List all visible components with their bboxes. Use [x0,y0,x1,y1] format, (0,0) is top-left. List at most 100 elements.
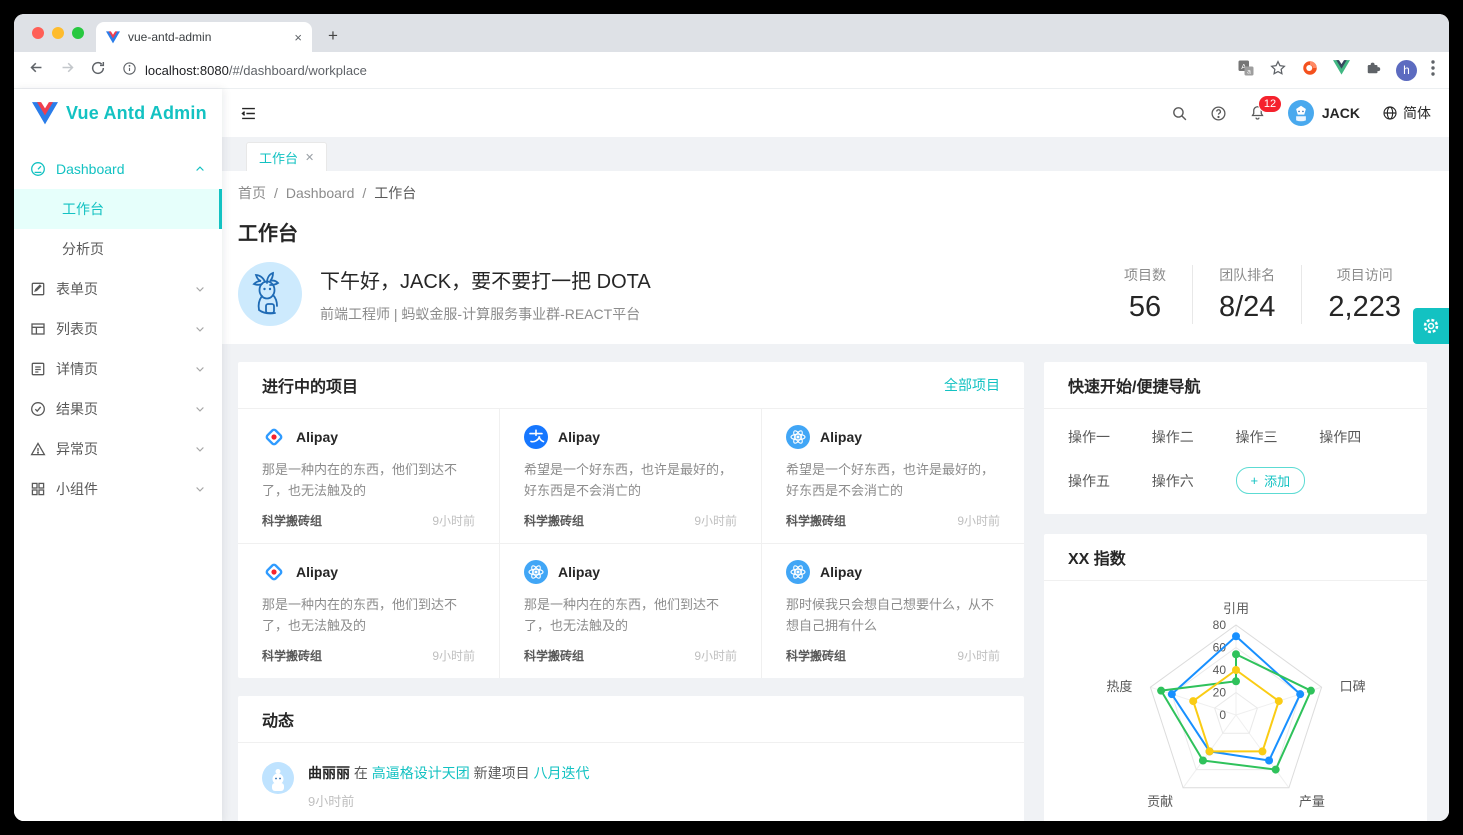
project-group-link[interactable]: 科学搬砖组 [262,647,322,664]
quick-nav-link[interactable]: 操作四 [1319,427,1403,447]
sidebar-item-异常页[interactable]: 异常页 [14,429,222,469]
quick-nav-link[interactable]: 操作三 [1236,427,1320,447]
url-path: /#/dashboard/workplace [229,63,367,78]
menu-fold-icon[interactable] [240,105,257,122]
sidebar-item-工作台[interactable]: 工作台 [14,189,222,229]
new-tab-button[interactable]: + [320,23,346,49]
translate-icon[interactable]: Aa [1237,59,1255,82]
project-card[interactable]: Alipay希望是一个好东西，也许是最好的，好东西是不会消亡的科学搬砖组9小时前 [500,409,762,544]
breadcrumb-home[interactable]: 首页 [238,183,266,203]
page-tab-workplace[interactable]: 工作台 ✕ [246,142,327,171]
chevron-down-icon [194,403,206,415]
svg-text:20: 20 [1213,686,1227,700]
sidebar-item-详情页[interactable]: 详情页 [14,349,222,389]
sidebar-item-表单页[interactable]: 表单页 [14,269,222,309]
back-icon[interactable] [28,59,45,81]
url-field[interactable]: localhost:8080/#/dashboard/workplace [122,61,1223,79]
activity-link[interactable]: 八月迭代 [534,765,590,781]
table-icon [30,321,46,337]
extensions-puzzle-icon[interactable] [1364,59,1382,82]
project-group-link[interactable]: 科学搬砖组 [524,647,584,664]
radar-card: XX 指数 020406080引用口碑产量贡献热度 abc [1044,534,1427,821]
sidebar-item-label: 表单页 [56,279,98,299]
project-description: 希望是一个好东西，也许是最好的，好东西是不会消亡的 [524,459,737,502]
project-description: 希望是一个好东西，也许是最好的，好东西是不会消亡的 [786,459,1000,502]
form-icon [30,281,46,297]
project-name[interactable]: Alipay [820,564,862,580]
extension-vue-icon[interactable] [1333,60,1350,80]
sidebar-item-列表页[interactable]: 列表页 [14,309,222,349]
quick-nav-link[interactable]: 操作一 [1068,427,1152,447]
minimize-window-button[interactable] [52,27,64,39]
greeting-subtitle: 前端工程师 | 蚂蚁金服-计算服务事业群-REACT平台 [320,304,651,324]
add-nav-button[interactable]: +添加 [1236,467,1306,494]
project-updated-time: 9小时前 [432,647,475,664]
stat-item: 项目数56 [1098,265,1192,324]
project-description: 那是一种内在的东西，他们到达不了，也无法触及的 [524,594,737,637]
widget-icon [30,481,46,497]
project-card[interactable]: Alipay那时候我只会想自己想要什么，从不想自己拥有什么科学搬砖组9小时前 [762,544,1024,678]
project-card[interactable]: Alipay那是一种内在的东西，他们到达不了，也无法触及的科学搬砖组9小时前 [500,544,762,678]
info-icon[interactable] [122,61,137,79]
svg-text:口碑: 口碑 [1340,679,1366,694]
sidebar-item-label: 结果页 [56,399,98,419]
project-group-link[interactable]: 科学搬砖组 [786,512,846,529]
bookmark-star-icon[interactable] [1269,59,1287,82]
language-switcher[interactable]: 简体 [1382,103,1431,123]
browser-tab[interactable]: vue-antd-admin × [96,22,312,52]
chevron-down-icon [194,323,206,335]
project-name[interactable]: Alipay [820,429,862,445]
settings-gear-button[interactable] [1413,308,1449,344]
sidebar-item-label: 详情页 [56,359,98,379]
close-page-tab-icon[interactable]: ✕ [305,151,314,164]
extension-orange-icon[interactable] [1301,59,1319,82]
breadcrumb-dashboard[interactable]: Dashboard [286,185,355,201]
warning-icon [30,441,46,457]
user-name: JACK [1322,105,1360,121]
project-description: 那时候我只会想自己想要什么，从不想自己拥有什么 [786,594,1000,637]
activities-card: 动态 曲丽丽 在 高逼格设计天团 新建项目 八月迭代9小时前付晓晓 在 高逼格设… [238,696,1024,821]
project-name[interactable]: Alipay [558,429,600,445]
project-card[interactable]: Alipay希望是一个好东西，也许是最好的，好东西是不会消亡的科学搬砖组9小时前 [762,409,1024,544]
sidebar-item-小组件[interactable]: 小组件 [14,469,222,509]
project-name[interactable]: Alipay [558,564,600,580]
reload-icon[interactable] [90,60,106,81]
project-group-link[interactable]: 科学搬砖组 [262,512,322,529]
quick-nav-title: 快速开始/便捷导航 [1068,373,1200,397]
project-name[interactable]: Alipay [296,429,338,445]
sidebar-item-label: 小组件 [56,479,98,499]
sidebar-item-分析页[interactable]: 分析页 [14,229,222,269]
maximize-window-button[interactable] [72,27,84,39]
notification-bell-icon[interactable]: 12 [1249,104,1266,122]
user-menu[interactable]: JACK [1288,100,1360,126]
sidebar-item-Dashboard[interactable]: Dashboard [14,149,222,189]
close-tab-icon[interactable]: × [294,30,302,45]
radar-title: XX 指数 [1068,545,1126,569]
quick-nav-link[interactable]: 操作六 [1152,471,1236,491]
project-card[interactable]: Alipay那是一种内在的东西，他们到达不了，也无法触及的科学搬砖组9小时前 [238,544,500,678]
browser-profile-avatar[interactable]: h [1396,60,1417,81]
search-icon[interactable] [1171,105,1188,122]
sidebar-item-结果页[interactable]: 结果页 [14,389,222,429]
browser-menu-icon[interactable] [1431,60,1435,81]
page-header: 首页/ Dashboard/ 工作台 工作台 下午好，JACK，要不要打一把 D… [222,171,1449,344]
app-logo[interactable]: Vue Antd Admin [14,89,222,137]
sidebar-menu: Dashboard 工作台分析页表单页列表页详情页结果页异常页小组件 [14,137,222,509]
project-card[interactable]: Alipay那是一种内在的东西，他们到达不了，也无法触及的科学搬砖组9小时前 [238,409,500,544]
activity-link[interactable]: 高逼格设计天团 [372,765,470,781]
project-name[interactable]: Alipay [296,564,338,580]
project-group-link[interactable]: 科学搬砖组 [786,647,846,664]
sidebar-item-label: 分析页 [62,239,104,259]
antd-logo-icon [262,560,286,584]
close-window-button[interactable] [32,27,44,39]
all-projects-link[interactable]: 全部项目 [944,375,1000,395]
quick-nav-link[interactable]: 操作二 [1152,427,1236,447]
atom-logo-icon [524,560,548,584]
notification-badge: 12 [1259,96,1281,112]
project-group-link[interactable]: 科学搬砖组 [524,512,584,529]
forward-icon[interactable] [59,59,76,81]
gear-icon [1421,316,1441,336]
sidebar-item-label: Dashboard [56,161,125,177]
quick-nav-link[interactable]: 操作五 [1068,471,1152,491]
help-icon[interactable] [1210,105,1227,122]
